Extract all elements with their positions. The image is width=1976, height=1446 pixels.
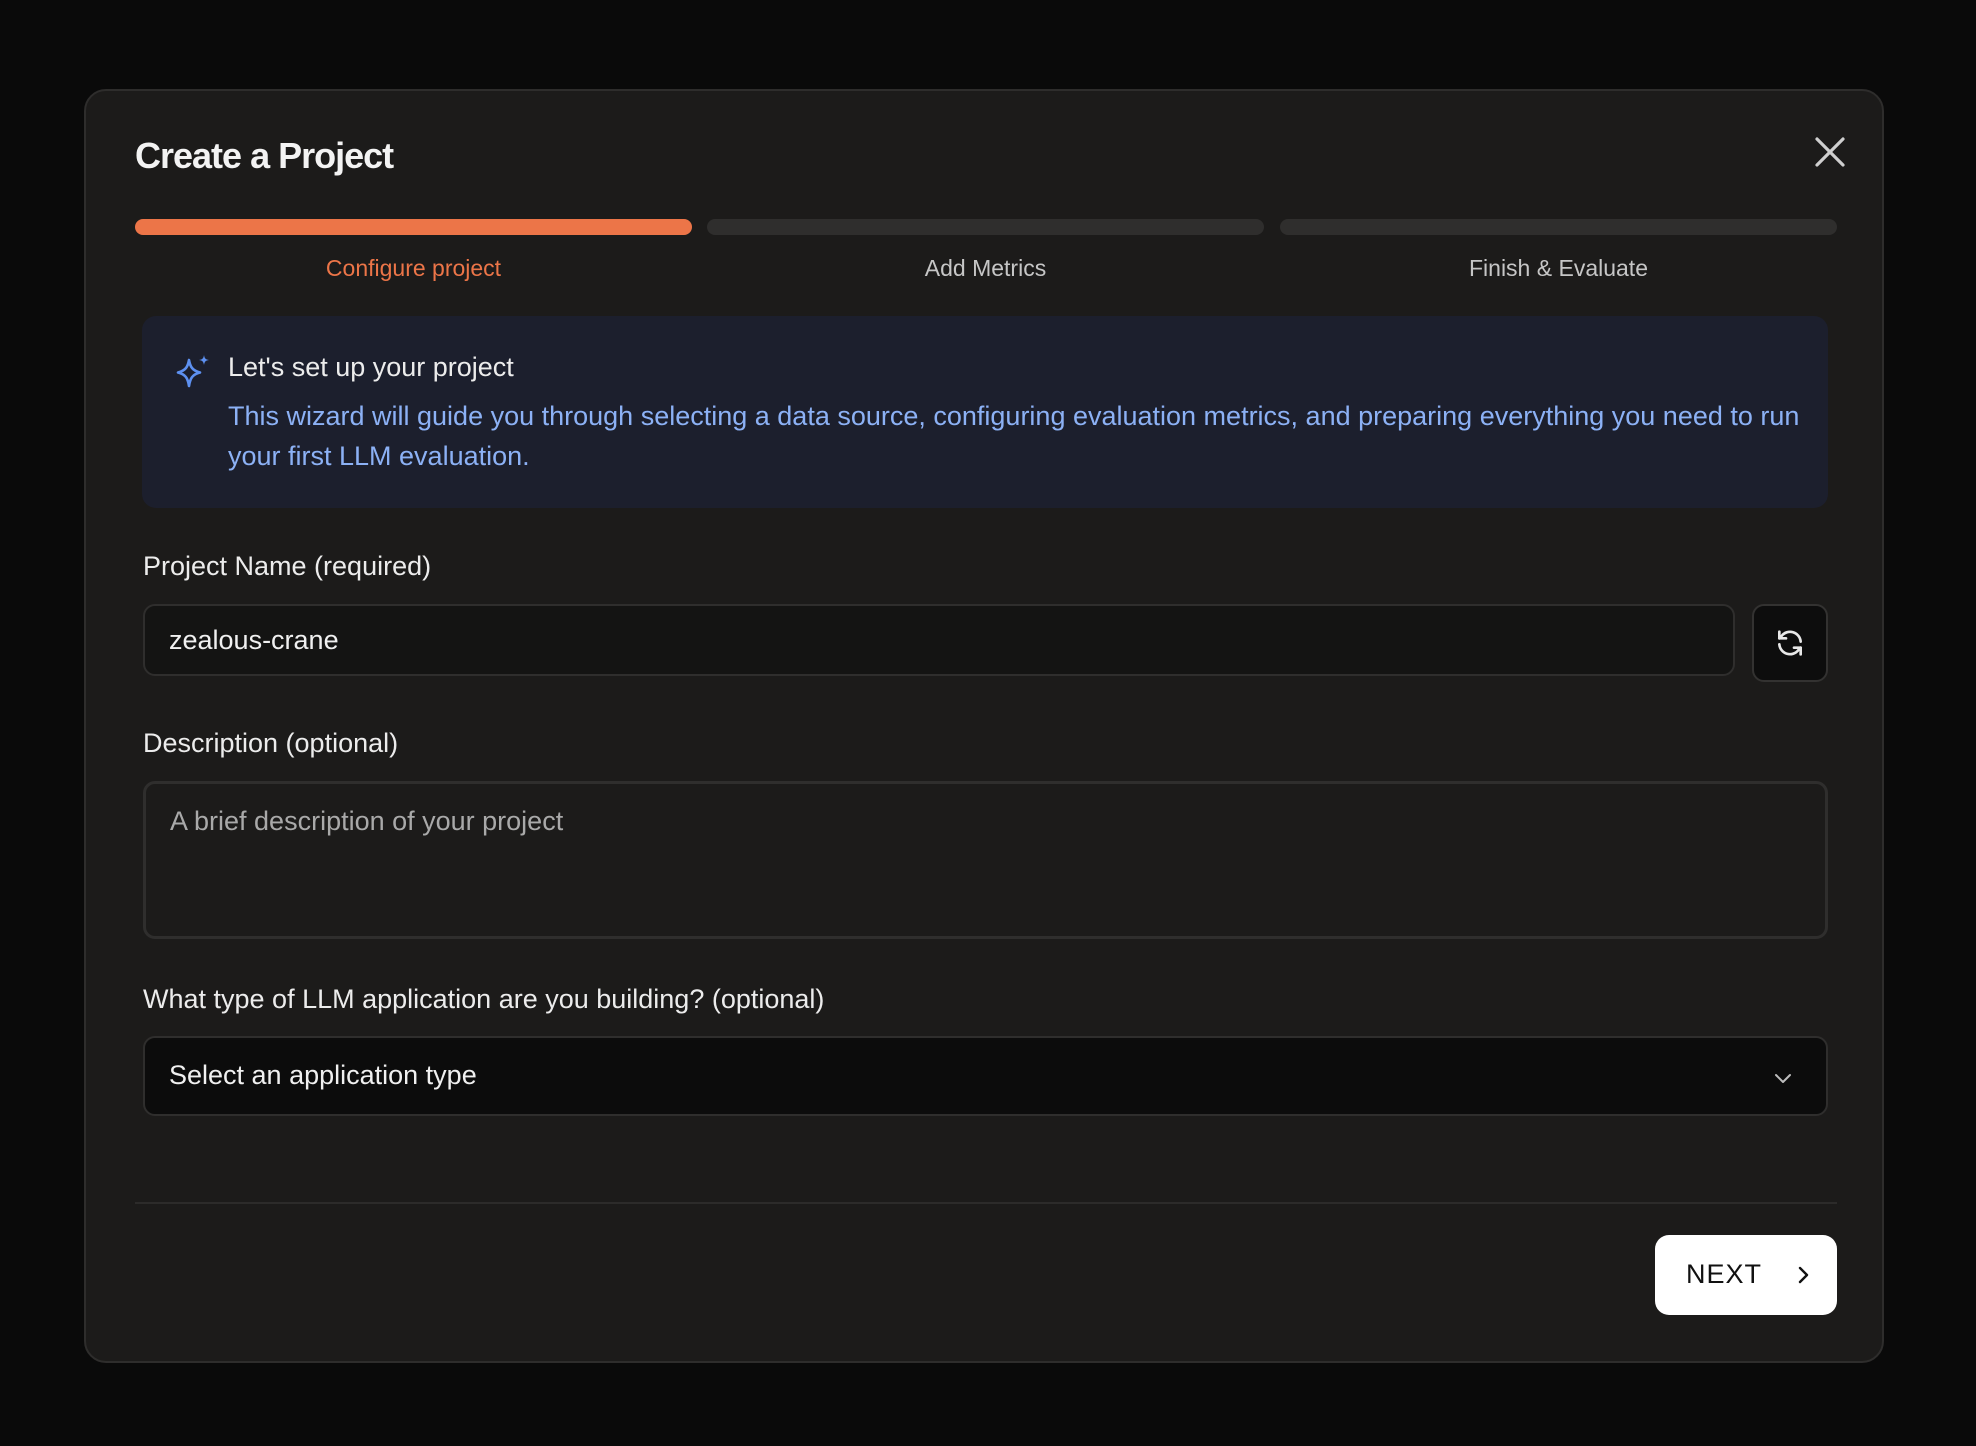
close-icon (1815, 137, 1845, 167)
step-configure-project[interactable]: Configure project (135, 219, 692, 289)
chevron-down-icon (1775, 1074, 1791, 1083)
dialog-title: Create a Project (135, 135, 394, 176)
description-textarea[interactable] (143, 781, 1828, 939)
close-button[interactable] (1807, 129, 1853, 175)
step-label: Configure project (325, 255, 502, 281)
app-type-label: What type of LLM application are you bui… (143, 984, 825, 1014)
info-callout: Let's set up your project This wizard wi… (142, 316, 1828, 508)
refresh-icon (1778, 630, 1802, 656)
info-description: This wizard will guide you through selec… (228, 401, 1800, 471)
step-progress-bar (1280, 219, 1837, 235)
footer-divider (135, 1202, 1837, 1204)
project-name-label: Project Name (required) (143, 551, 432, 581)
app-type-select[interactable]: Select an application type (143, 1036, 1828, 1116)
app-type-select-value: Select an application type (169, 1060, 477, 1090)
step-label: Finish & Evaluate (1469, 255, 1648, 281)
description-label: Description (optional) (143, 728, 399, 758)
stepper: Configure project Add Metrics Finish & E… (135, 219, 1837, 289)
chevron-right-icon (1798, 1266, 1809, 1284)
sparkle-icon (176, 355, 209, 388)
next-button-label: NEXT (1686, 1259, 1763, 1289)
step-progress-bar (707, 219, 1264, 235)
step-finish-evaluate[interactable]: Finish & Evaluate (1280, 219, 1837, 289)
project-name-input[interactable] (143, 604, 1735, 676)
step-progress-bar (135, 219, 692, 235)
step-label: Add Metrics (924, 255, 1047, 281)
regenerate-name-button[interactable] (1752, 604, 1828, 682)
step-add-metrics[interactable]: Add Metrics (707, 219, 1264, 289)
create-project-dialog: Create a Project Configure project Add M… (84, 89, 1884, 1363)
info-title: Let's set up your project (228, 352, 514, 382)
next-button[interactable]: NEXT (1655, 1235, 1837, 1315)
